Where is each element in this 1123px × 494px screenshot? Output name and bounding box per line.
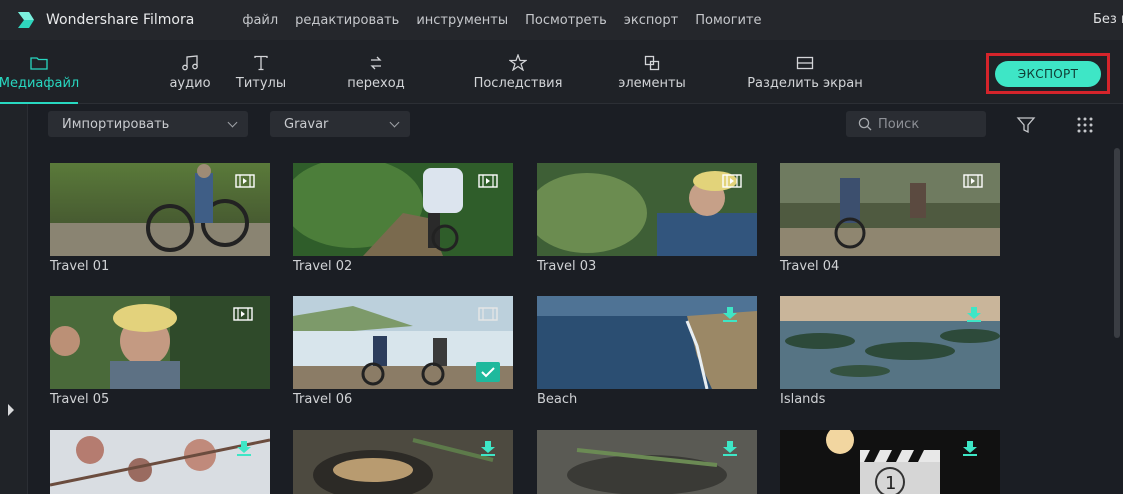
tab-transitions-label: переход [347, 75, 405, 91]
app-title: Wondershare Filmora [46, 12, 195, 28]
gravar-dropdown-label: Gravar [284, 116, 329, 132]
menu-edit[interactable]: редактировать [295, 13, 399, 28]
menu-view[interactable]: Посмотреть [525, 13, 607, 28]
grid-view-icon[interactable] [1076, 116, 1094, 134]
download-icon [722, 440, 738, 460]
added-check-icon [476, 362, 500, 386]
menu-help[interactable]: Помогите [695, 13, 761, 28]
tab-elements-label: элементы [618, 75, 686, 91]
download-icon [966, 306, 982, 326]
elements-icon [641, 54, 663, 72]
download-icon [962, 440, 978, 460]
search-input[interactable] [878, 116, 978, 132]
media-label: Travel 03 [537, 259, 597, 274]
tab-media-label: Медиафайл [0, 75, 80, 91]
video-icon [963, 173, 983, 192]
media-label: Islands [780, 392, 826, 407]
tab-transitions[interactable]: переход [320, 40, 432, 104]
video-icon [478, 306, 498, 325]
filter-icon[interactable] [1016, 116, 1036, 134]
media-label: Travel 01 [50, 259, 110, 274]
tab-titles-label: Титулы [235, 75, 287, 91]
effects-star-icon [507, 54, 529, 72]
tab-split-screen[interactable]: Разделить экран [734, 40, 876, 104]
tab-effects[interactable]: Последствия [454, 40, 582, 104]
video-icon [235, 173, 255, 192]
media-label: Travel 06 [293, 392, 353, 407]
tab-media[interactable]: Медиафайл [0, 40, 80, 104]
video-icon [478, 173, 498, 192]
chevron-down-icon [389, 117, 400, 128]
media-toolbar: Медиафайл аудио Титулы переход Последств… [0, 40, 1123, 104]
tab-effects-label: Последствия [473, 75, 563, 91]
video-icon [233, 306, 253, 325]
media-scrollbar[interactable] [1114, 148, 1120, 338]
tab-elements[interactable]: элементы [604, 40, 700, 104]
download-icon [236, 440, 252, 460]
media-filter-bar: Импортировать Gravar [28, 104, 1123, 144]
menu-tools[interactable]: инструменты [416, 13, 508, 28]
import-dropdown-label: Импортировать [62, 116, 170, 132]
gravar-dropdown[interactable]: Gravar [270, 111, 410, 137]
folder-icon [28, 54, 50, 72]
export-button[interactable]: ЭКСПОРТ [995, 61, 1101, 87]
menu-bar: Wondershare Filmora файл редактировать и… [0, 0, 1123, 40]
tab-audio-label: аудио [169, 75, 211, 91]
tab-split-screen-label: Разделить экран [747, 75, 863, 91]
svg-text:1: 1 [885, 473, 896, 494]
media-label: Travel 04 [780, 259, 840, 274]
expand-panel-arrow-icon[interactable] [8, 404, 14, 416]
project-name: Без названия [1093, 12, 1123, 27]
menu-file[interactable]: файл [242, 13, 278, 28]
menu-export[interactable]: экспорт [624, 13, 678, 28]
text-t-icon [250, 54, 272, 72]
tab-titles[interactable]: Титулы [228, 40, 294, 104]
music-note-icon [179, 54, 201, 72]
media-label: Travel 02 [293, 259, 353, 274]
search-icon [858, 117, 872, 131]
transition-icon [365, 54, 387, 72]
split-screen-icon [794, 54, 816, 72]
media-label: Beach [537, 392, 578, 407]
filmora-logo-icon [18, 12, 34, 28]
import-dropdown[interactable]: Импортировать [48, 111, 248, 137]
video-icon [722, 173, 742, 192]
left-panel-strip [0, 104, 28, 494]
media-label: Travel 05 [50, 392, 110, 407]
chevron-down-icon [227, 117, 238, 128]
download-icon [722, 306, 738, 326]
download-icon [480, 440, 496, 460]
tab-audio[interactable]: аудио [160, 40, 220, 104]
search-box [846, 111, 986, 137]
